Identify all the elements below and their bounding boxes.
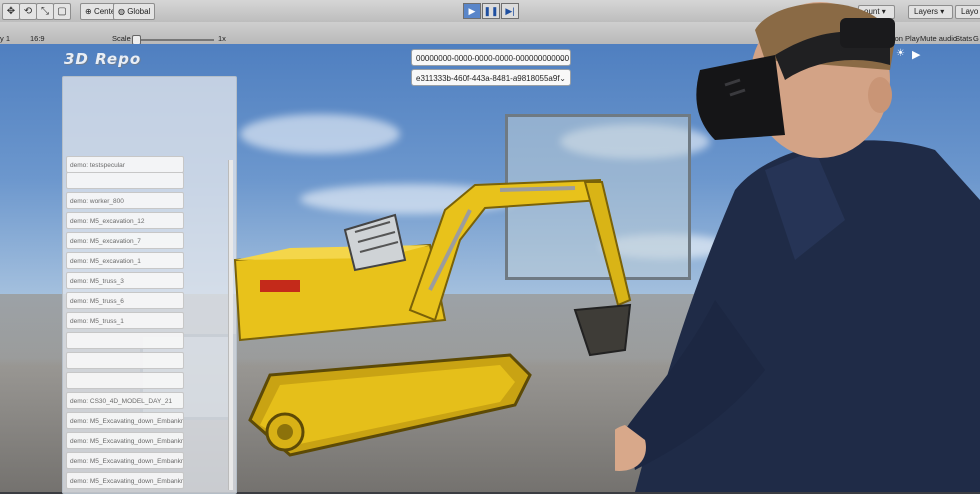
model-list-item[interactable]: demo: M5_Excavating_down_Embankment_7: [66, 432, 184, 449]
vr-headset: [696, 55, 785, 140]
cloud: [240, 114, 400, 154]
excavator-model[interactable]: [230, 170, 650, 470]
model-list-item[interactable]: [66, 352, 184, 369]
model-list-item[interactable]: demo: testspecular: [66, 156, 184, 173]
revision-dropdown-2-value: e311333b-460f-443a-8481-a9818055a9f: [416, 74, 560, 83]
pause-button[interactable]: ❚❚: [482, 3, 500, 19]
aspect-label[interactable]: 16:9: [30, 34, 45, 43]
model-list-item[interactable]: [66, 332, 184, 349]
model-list-item[interactable]: [66, 372, 184, 389]
tail-light: [260, 280, 300, 292]
model-list-item[interactable]: demo: M5_Excavating_down_Embankment_12: [66, 412, 184, 429]
rotate-icon[interactable]: ⟲: [19, 3, 37, 20]
move-icon[interactable]: ✥: [2, 3, 20, 20]
model-list-item[interactable]: demo: worker_800: [66, 192, 184, 209]
track-hub: [277, 424, 293, 440]
chevron-down-icon: ⌄: [559, 54, 566, 63]
model-list-item[interactable]: demo: CS30_4D_MODEL_DAY_21: [66, 392, 184, 409]
model-list-item[interactable]: demo: M5_truss_6: [66, 292, 184, 309]
model-list-item[interactable]: [66, 172, 184, 189]
play-controls: ▶ ❚❚ ▶|: [463, 3, 520, 19]
scale-label: Scale: [112, 34, 131, 43]
scale-icon[interactable]: ⤡: [36, 3, 54, 20]
model-list-item[interactable]: demo: M5_truss_1: [66, 312, 184, 329]
model-list-item[interactable]: demo: M5_Excavating_down_Embankment_1: [66, 472, 184, 489]
model-list-item[interactable]: demo: M5_truss_3: [66, 272, 184, 289]
space-label: Global: [127, 7, 151, 16]
pivot-center-icon: ⊕: [85, 7, 94, 16]
model-list-item[interactable]: demo: M5_Excavating_down_Embankment_5: [66, 452, 184, 469]
excavator-boom: [408, 178, 604, 322]
step-button[interactable]: ▶|: [501, 3, 519, 19]
revision-dropdown-2[interactable]: e311333b-460f-443a-8481-a9818055a9f ⌄: [411, 69, 571, 86]
global-icon: ◍: [118, 7, 128, 16]
scale-value: 1x: [218, 34, 226, 43]
chevron-down-icon: ⌄: [559, 74, 566, 83]
rect-tool-icon[interactable]: ▢: [53, 3, 71, 20]
scale-slider-track[interactable]: [132, 39, 214, 41]
space-toggle[interactable]: ◍ Global: [113, 3, 156, 20]
model-list-item[interactable]: demo: M5_excavation_7: [66, 232, 184, 249]
revision-dropdown-1[interactable]: 00000000-0000-0000-0000-000000000000 ⌄: [411, 49, 571, 66]
app-logo: 3D Repo: [64, 50, 142, 68]
play-button[interactable]: ▶: [463, 3, 481, 19]
vr-user-photo: [615, 2, 980, 492]
model-list-item[interactable]: demo: M5_excavation_1: [66, 252, 184, 269]
revision-dropdown-1-value: 00000000-0000-0000-0000-000000000000: [416, 54, 570, 63]
display-label[interactable]: y 1: [0, 34, 10, 43]
model-list-item[interactable]: demo: M5_excavation_12: [66, 212, 184, 229]
